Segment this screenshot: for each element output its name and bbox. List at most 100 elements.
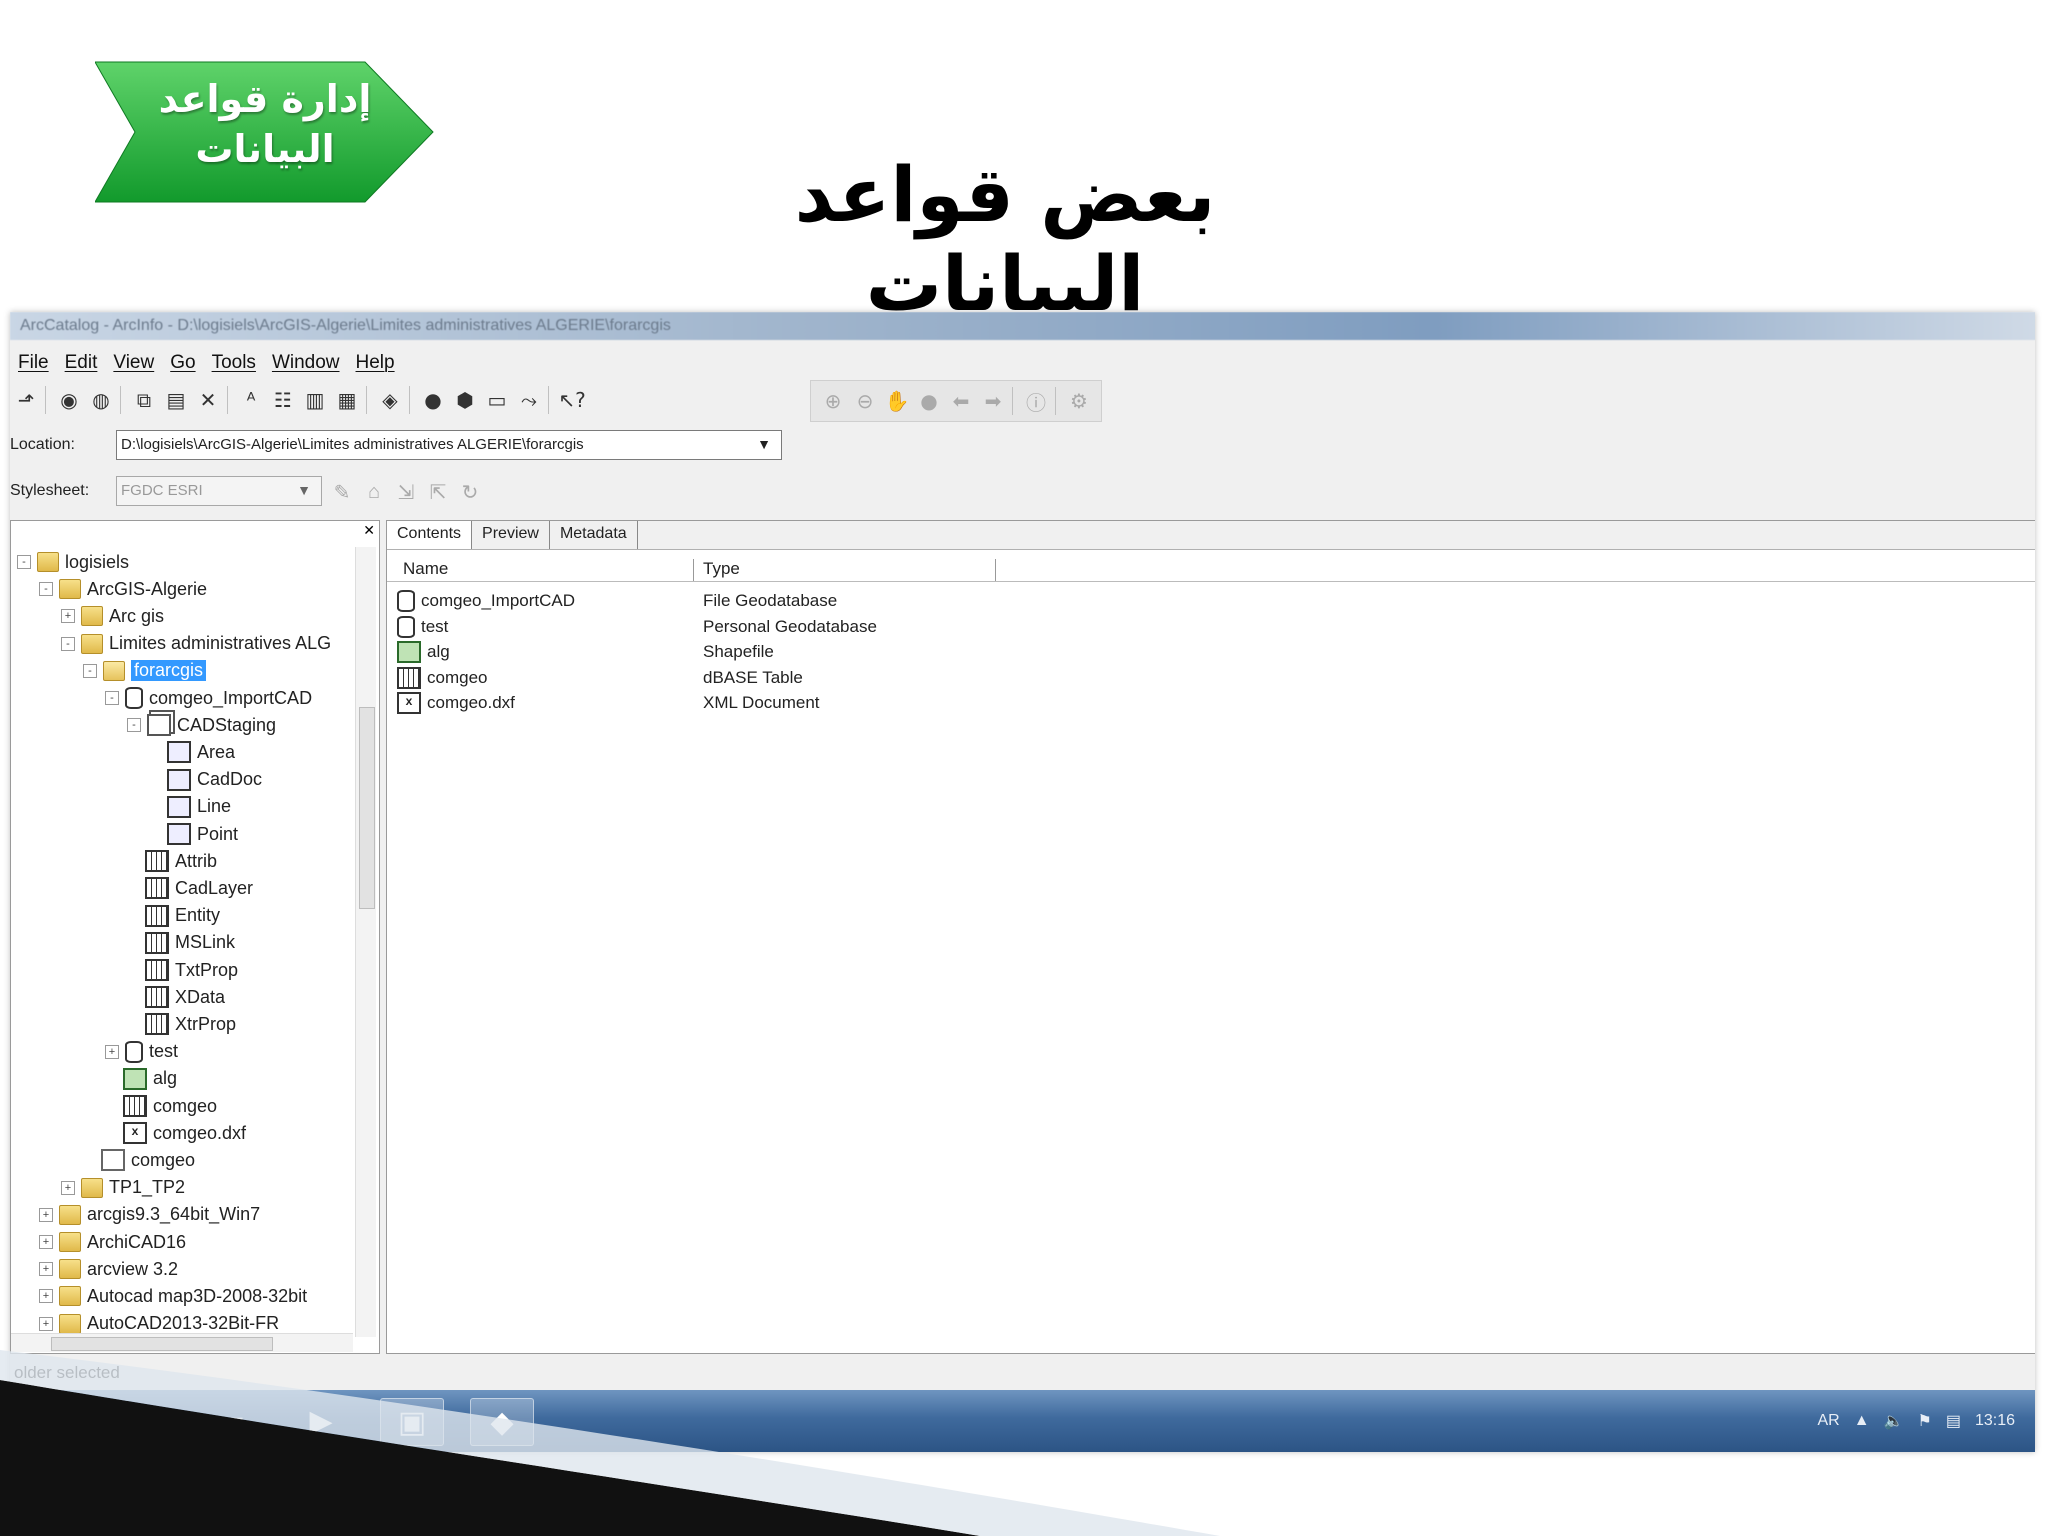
expand-icon[interactable]: + — [61, 1180, 75, 1195]
column-header-type[interactable]: Type — [703, 559, 996, 581]
menu-tools[interactable]: Tools — [204, 346, 264, 374]
list-icon[interactable]: ☷ — [267, 384, 299, 416]
expand-icon[interactable]: + — [39, 1262, 53, 1277]
tree-node[interactable]: MSLink — [127, 930, 235, 956]
arctoolbox-icon[interactable]: ⬢ — [449, 384, 481, 416]
tab-contents[interactable]: Contents — [387, 521, 473, 549]
menu-edit[interactable]: Edit — [57, 346, 106, 374]
tree-node[interactable]: + arcgis9.3_64bit_Win7 — [39, 1202, 260, 1228]
model-builder-icon[interactable]: ⤳ — [513, 384, 545, 416]
expand-icon[interactable]: + — [105, 1044, 119, 1059]
tree-node[interactable]: + TP1_TP2 — [61, 1175, 185, 1201]
tree-node-label: comgeo_ImportCAD — [149, 687, 313, 708]
menu-help[interactable]: Help — [348, 346, 403, 374]
export-metadata-icon[interactable]: ⇱ — [422, 476, 454, 508]
tree-node[interactable]: - ArcGIS-Algerie — [39, 576, 207, 602]
create-thumbnail-icon[interactable]: ⚙ — [1063, 385, 1095, 417]
tab-metadata[interactable]: Metadata — [550, 521, 638, 549]
properties-icon[interactable]: ⌂ — [358, 476, 390, 508]
full-extent-icon[interactable]: ● — [913, 385, 945, 417]
details-icon[interactable]: ▥ — [299, 384, 331, 416]
close-icon[interactable]: ✕ — [363, 523, 375, 539]
tree-node[interactable]: + ArchiCAD16 — [39, 1229, 186, 1255]
large-icons-icon[interactable]: ᴬ — [235, 384, 267, 416]
location-input[interactable]: D:\logisiels\ArcGIS-Algerie\Limites admi… — [116, 430, 782, 460]
tree-node[interactable]: CadDoc — [149, 767, 262, 793]
list-item[interactable]: comgeo_ImportCAD File Geodatabase — [397, 589, 1297, 613]
menu-go[interactable]: Go — [162, 346, 203, 374]
arccatalog-window: ArcCatalog - ArcInfo - D:\logisiels\ArcG… — [10, 312, 2035, 1452]
menu-view[interactable]: View — [105, 346, 162, 374]
tree-node[interactable]: XtrProp — [127, 1011, 236, 1037]
up-one-level-icon[interactable]: ⬏ — [10, 384, 42, 416]
chevron-down-icon[interactable]: ▼ — [752, 432, 776, 456]
delete-icon[interactable]: ✕ — [192, 384, 224, 416]
tab-preview[interactable]: Preview — [472, 521, 550, 549]
command-line-icon[interactable]: ▭ — [481, 384, 513, 416]
tree-node[interactable]: Attrib — [127, 848, 217, 874]
tree-node-label: arcview 3.2 — [87, 1258, 179, 1279]
tree-node-label: Line — [197, 796, 232, 817]
tree-node[interactable]: Point — [149, 821, 238, 847]
geodatabase-icon — [397, 615, 415, 638]
folder-icon — [59, 579, 81, 600]
tree-node[interactable]: alg — [105, 1066, 177, 1092]
tree-node[interactable]: Area — [149, 739, 235, 765]
tree-vertical-scrollbar[interactable] — [355, 547, 376, 1337]
list-item[interactable]: x comgeo.dxf XML Document — [397, 691, 1297, 715]
list-item[interactable]: comgeo dBASE Table — [397, 666, 1297, 690]
tree-node[interactable]: - forarcgis — [83, 658, 207, 684]
list-item[interactable]: test Personal Geodatabase — [397, 615, 1297, 639]
tree-node[interactable]: XData — [127, 984, 225, 1010]
pan-icon[interactable]: ✋ — [881, 385, 913, 417]
column-header-name[interactable]: Name — [403, 559, 694, 581]
tree-node[interactable]: + arcview 3.2 — [39, 1256, 178, 1282]
collapse-icon[interactable]: - — [39, 582, 53, 597]
tree-node[interactable]: x comgeo.dxf — [105, 1120, 246, 1146]
collapse-icon[interactable]: - — [17, 555, 31, 569]
geodatabase-icon — [397, 590, 415, 612]
tree-node[interactable]: Entity — [127, 903, 220, 929]
collapse-icon[interactable]: - — [105, 691, 119, 705]
whats-this-icon[interactable]: ↖? — [556, 384, 588, 416]
tree-node[interactable]: - Limites administratives ALG — [61, 631, 331, 657]
update-metadata-icon[interactable]: ↻ — [454, 476, 486, 508]
tree-node[interactable]: - CADStaging — [127, 712, 276, 738]
tree-node[interactable]: - comgeo_ImportCAD — [105, 685, 312, 711]
paste-icon[interactable]: ▤ — [160, 384, 192, 416]
menu-file[interactable]: File — [10, 346, 57, 374]
scrollbar-thumb[interactable] — [359, 707, 375, 909]
chevron-down-icon[interactable]: ▼ — [292, 478, 316, 502]
tree-node[interactable]: comgeo — [83, 1147, 195, 1173]
import-metadata-icon[interactable]: ⇲ — [390, 476, 422, 508]
tree-node-label: Attrib — [175, 850, 218, 871]
tree-node[interactable]: comgeo — [105, 1093, 217, 1119]
collapse-icon[interactable]: - — [61, 636, 75, 651]
launch-arcmap-icon[interactable]: ◈ — [374, 384, 406, 416]
list-item[interactable]: alg Shapefile — [397, 640, 1297, 664]
expand-icon[interactable]: + — [39, 1207, 53, 1222]
tree-node[interactable]: TxtProp — [127, 957, 238, 983]
zoom-in-icon[interactable]: ⊕ — [817, 385, 849, 417]
tree-node[interactable]: + Arc gis — [61, 603, 164, 629]
back-icon[interactable]: ⬅ — [945, 385, 977, 417]
zoom-out-icon[interactable]: ⊖ — [849, 385, 881, 417]
expand-icon[interactable]: + — [39, 1235, 53, 1249]
tree-node[interactable]: - logisiels — [17, 549, 129, 575]
tree-node[interactable]: CadLayer — [127, 875, 253, 901]
collapse-icon[interactable]: - — [83, 663, 97, 678]
forward-icon[interactable]: ➡ — [977, 385, 1009, 417]
tree-node[interactable]: + test — [105, 1039, 178, 1065]
disconnect-folder-icon[interactable]: ◍ — [85, 384, 117, 416]
identify-icon[interactable]: ⓘ — [1020, 385, 1052, 417]
thumbnails-icon[interactable]: ▦ — [331, 384, 363, 416]
tree-node[interactable]: Line — [149, 794, 231, 820]
connect-folder-icon[interactable]: ◉ — [53, 384, 85, 416]
edit-metadata-icon[interactable]: ✎ — [326, 476, 358, 508]
expand-icon[interactable]: + — [61, 609, 75, 624]
copy-icon[interactable]: ⧉ — [128, 384, 160, 416]
menu-window[interactable]: Window — [264, 346, 348, 374]
item-type: File Geodatabase — [703, 591, 838, 610]
collapse-icon[interactable]: - — [127, 718, 141, 733]
globe-icon[interactable]: ● — [417, 384, 449, 416]
